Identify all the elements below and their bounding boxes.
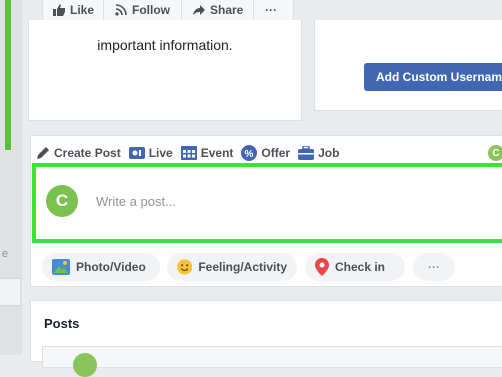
tab-job[interactable]: Job xyxy=(298,146,339,160)
like-label: Like xyxy=(70,3,95,17)
tab-label: Create Post xyxy=(54,146,121,160)
offer-percent-icon: % xyxy=(241,145,258,161)
rss-icon xyxy=(115,4,127,16)
divider xyxy=(103,0,104,20)
ellipsis-icon: ··· xyxy=(428,260,440,274)
briefcase-icon xyxy=(298,146,315,160)
tab-label: Event xyxy=(200,146,234,160)
feeling-activity-button[interactable]: Feeling/Activity xyxy=(167,253,297,281)
write-post-placeholder: Write a post... xyxy=(96,194,176,209)
left-text-fragment: e xyxy=(2,248,9,260)
location-pin-icon xyxy=(315,258,329,276)
avatar: C xyxy=(46,185,78,217)
more-options-button[interactable]: ··· xyxy=(413,253,455,281)
post-preview xyxy=(42,346,502,377)
tab-event[interactable]: Event xyxy=(180,146,234,160)
about-text: important information. xyxy=(97,37,233,53)
divider xyxy=(181,0,182,20)
follow-label: Follow xyxy=(132,3,170,17)
like-button[interactable]: Like xyxy=(53,0,94,20)
thumbs-up-icon xyxy=(53,4,65,16)
live-video-icon xyxy=(128,147,145,159)
tab-label: Job xyxy=(318,146,340,160)
more-actions-button[interactable]: ··· xyxy=(265,0,277,20)
posts-section: Posts xyxy=(30,300,502,377)
follow-button[interactable]: Follow xyxy=(115,0,170,20)
share-button[interactable]: Share xyxy=(193,0,243,20)
calendar-icon xyxy=(180,146,197,160)
avatar xyxy=(73,353,97,377)
left-accent-bar xyxy=(5,0,11,150)
share-label: Share xyxy=(210,3,244,17)
svg-text:%: % xyxy=(245,149,254,160)
check-in-label: Check in xyxy=(335,260,386,274)
tab-create-post[interactable]: Create Post xyxy=(36,146,121,160)
ellipsis-icon: ··· xyxy=(265,3,277,17)
photo-video-button[interactable]: Photo/Video xyxy=(42,253,160,281)
pencil-icon xyxy=(37,147,49,159)
smiley-icon xyxy=(177,259,193,275)
tab-label: Live xyxy=(148,146,173,160)
posts-heading: Posts xyxy=(44,316,80,331)
page-avatar-small[interactable]: C xyxy=(488,145,502,161)
photo-video-label: Photo/Video xyxy=(76,260,146,274)
write-post-input[interactable]: C Write a post... xyxy=(32,163,502,243)
divider xyxy=(253,0,254,20)
about-card: important information. xyxy=(28,20,302,121)
share-arrow-icon xyxy=(193,5,205,15)
check-in-button[interactable]: Check in xyxy=(305,253,405,281)
tab-live[interactable]: Live xyxy=(128,146,173,160)
add-custom-username-button[interactable]: Add Custom Username xyxy=(364,63,502,91)
left-panel-box xyxy=(0,278,21,306)
tab-label: Offer xyxy=(261,146,291,160)
photo-icon xyxy=(52,259,70,275)
composer-tabs: Create Post Live Event % Offer Job xyxy=(36,142,347,164)
page-action-bar: Like Follow Share ··· xyxy=(42,0,294,21)
feeling-activity-label: Feeling/Activity xyxy=(198,260,287,274)
tab-offer[interactable]: % Offer xyxy=(241,145,290,161)
